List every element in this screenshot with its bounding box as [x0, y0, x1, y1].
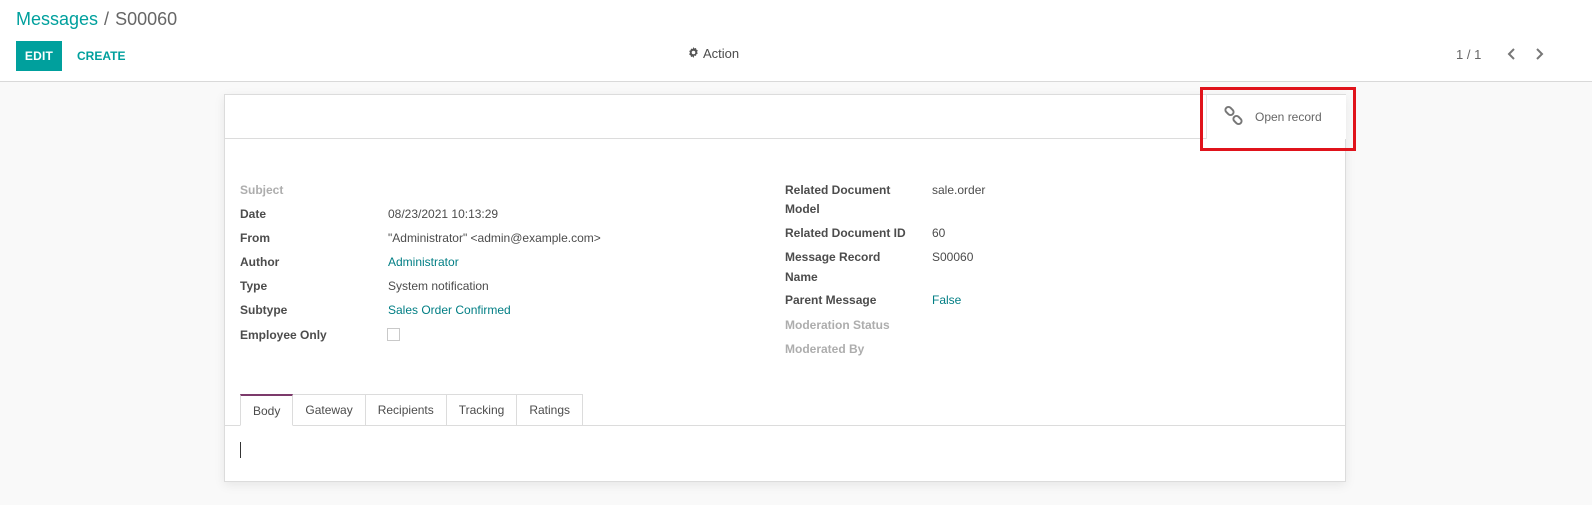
from-value: "Administrator" <admin@example.com> [388, 231, 601, 245]
related-model-label-line1: Related Document [785, 183, 891, 197]
subject-label: Subject [240, 183, 284, 197]
action-dropdown[interactable]: Action [688, 46, 739, 61]
breadcrumb-current: S00060 [115, 9, 178, 29]
pager-value: 1 / 1 [1456, 47, 1482, 62]
parent-message-link[interactable]: False [932, 291, 961, 310]
parent-message-label: Parent Message [785, 293, 877, 307]
edit-button[interactable]: EDIT [16, 41, 62, 71]
breadcrumb-separator: / [104, 9, 110, 29]
employee-only-label: Employee Only [240, 328, 327, 342]
control-panel: Messages / S00060 EDIT CREATE Action 1 / 1 [0, 0, 1592, 82]
subtype-link[interactable]: Sales Order Confirmed [388, 301, 511, 320]
author-link[interactable]: Administrator [388, 253, 459, 272]
type-label: Type [240, 279, 268, 293]
create-button[interactable]: CREATE [70, 41, 132, 71]
employee-only-checkbox[interactable] [387, 328, 400, 341]
from-label: From [240, 231, 270, 245]
tab-ratings[interactable]: Ratings [517, 394, 584, 426]
gear-icon [688, 47, 699, 60]
type-value: System notification [388, 279, 489, 293]
chevron-right-icon [1536, 48, 1544, 60]
date-label: Date [240, 207, 267, 221]
related-model-value: sale.order [932, 183, 986, 197]
record-name-value: S00060 [932, 250, 974, 264]
date-value: 08/23/2021 10:13:29 [388, 207, 499, 221]
tab-body[interactable]: Body [240, 394, 294, 426]
pager-next-button[interactable] [1529, 44, 1549, 64]
record-name-label-line1: Message Record [785, 250, 881, 264]
tab-tracking[interactable]: Tracking [446, 394, 518, 426]
related-id-label: Related Document ID [785, 226, 906, 240]
related-id-value: 60 [932, 226, 946, 240]
pager-previous-button[interactable] [1502, 44, 1522, 64]
tab-recipients[interactable]: Recipients [365, 394, 447, 426]
chevron-left-icon [1507, 48, 1515, 60]
button-box: Open record [225, 87, 1356, 151]
tab-gateway[interactable]: Gateway [293, 394, 366, 426]
moderation-status-label: Moderation Status [785, 318, 890, 332]
body-editor-cursor[interactable] [240, 442, 241, 458]
subtype-label: Subtype [240, 303, 288, 317]
author-label: Author [240, 255, 280, 269]
action-label: Action [703, 46, 740, 61]
record-name-label-line2: Name [785, 270, 818, 284]
moderated-by-label: Moderated By [785, 342, 865, 356]
notebook-tabs: Body Gateway Recipients Tracking Ratings [240, 394, 584, 426]
breadcrumb: Messages / S00060 [16, 8, 177, 30]
breadcrumb-messages-link[interactable]: Messages [16, 9, 98, 29]
highlight-box [1200, 87, 1356, 151]
related-model-label-line2: Model [785, 202, 820, 216]
